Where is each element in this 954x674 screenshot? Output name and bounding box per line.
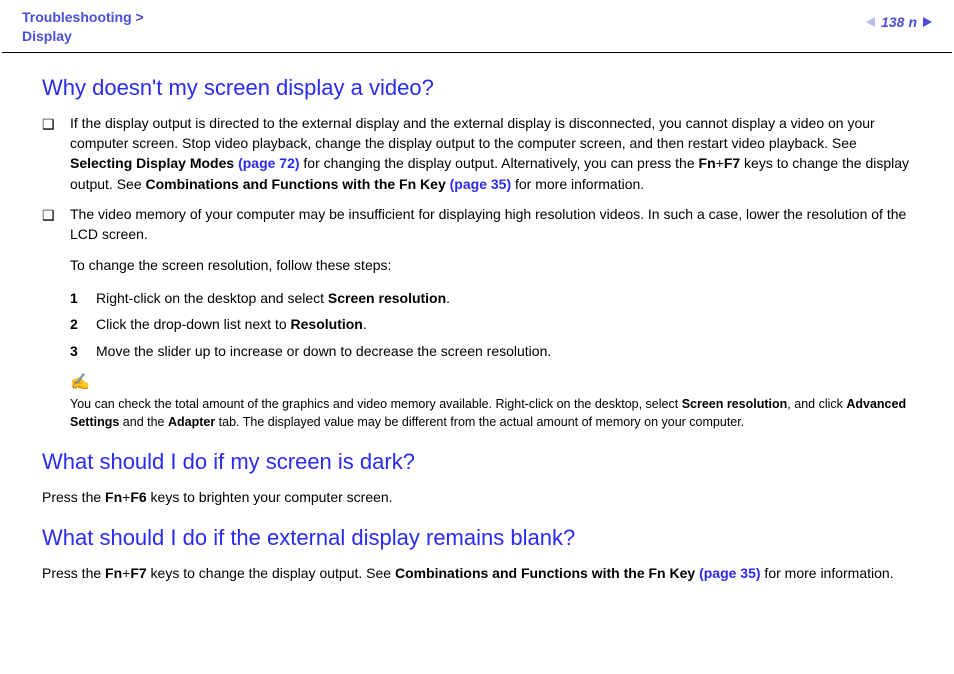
text: keys to change the display output. See bbox=[147, 565, 395, 581]
page-number: 138 bbox=[881, 14, 904, 30]
bold-text: Selecting Display Modes bbox=[70, 155, 238, 171]
page-link-72[interactable]: (page 72) bbox=[238, 155, 299, 171]
text: . bbox=[446, 290, 450, 306]
text: for changing the display output. Alterna… bbox=[300, 155, 699, 171]
note-icon-row: ✍ bbox=[70, 375, 922, 391]
sub-text: To change the screen resolution, follow … bbox=[70, 255, 922, 275]
bold-text: Combinations and Functions with the Fn K… bbox=[395, 565, 699, 581]
text: . bbox=[363, 316, 367, 332]
list-item: 1 Right-click on the desktop and select … bbox=[70, 285, 922, 312]
text: for more information. bbox=[511, 176, 644, 192]
text: If the display output is directed to the… bbox=[70, 115, 875, 151]
page-nav: 138 n bbox=[866, 8, 932, 30]
text: Press the bbox=[42, 489, 105, 505]
key-fn: Fn bbox=[699, 155, 716, 171]
breadcrumb-page: Display bbox=[22, 28, 72, 44]
key-fn: Fn bbox=[105, 565, 122, 581]
prev-page-arrow-icon[interactable] bbox=[866, 17, 875, 27]
step-text: Click the drop-down list next to Resolut… bbox=[96, 311, 922, 338]
breadcrumb[interactable]: Troubleshooting > Display bbox=[22, 8, 144, 46]
note-icon: ✍ bbox=[70, 375, 90, 391]
list-item: 2 Click the drop-down list next to Resol… bbox=[70, 311, 922, 338]
text: Press the bbox=[42, 565, 105, 581]
key-f6: F6 bbox=[130, 489, 146, 505]
list-item: 3 Move the slider up to increase or down… bbox=[70, 338, 922, 365]
step-text: Right-click on the desktop and select Sc… bbox=[96, 285, 922, 312]
bullet-text: If the display output is directed to the… bbox=[70, 113, 922, 194]
paragraph: Press the Fn+F6 keys to brighten your co… bbox=[42, 487, 922, 507]
page-link-35[interactable]: (page 35) bbox=[699, 565, 760, 581]
list-item: ❑ The video memory of your computer may … bbox=[42, 204, 922, 245]
page-letter: n bbox=[908, 14, 917, 30]
document-page: Troubleshooting > Display 138 n Why does… bbox=[0, 0, 954, 674]
bold-text: Screen resolution bbox=[328, 290, 446, 306]
key-fn: Fn bbox=[105, 489, 122, 505]
step-number: 1 bbox=[70, 285, 96, 312]
next-page-arrow-icon[interactable] bbox=[923, 17, 932, 27]
key-f7: F7 bbox=[130, 565, 146, 581]
heading-video: Why doesn't my screen display a video? bbox=[42, 75, 922, 101]
bold-text: Adapter bbox=[168, 415, 215, 429]
paragraph: Press the Fn+F7 keys to change the displ… bbox=[42, 563, 922, 583]
heading-external: What should I do if the external display… bbox=[42, 525, 922, 551]
text: for more information. bbox=[761, 565, 894, 581]
bold-text: Resolution bbox=[291, 316, 363, 332]
bold-text: Combinations and Functions with the Fn K… bbox=[146, 176, 450, 192]
numbered-list: 1 Right-click on the desktop and select … bbox=[70, 285, 922, 365]
text: keys to brighten your computer screen. bbox=[147, 489, 393, 505]
text: Click the drop-down list next to bbox=[96, 316, 291, 332]
bullet-text: The video memory of your computer may be… bbox=[70, 204, 922, 245]
list-item: ❑ If the display output is directed to t… bbox=[42, 113, 922, 194]
bold-text: Screen resolution bbox=[682, 397, 788, 411]
text: You can check the total amount of the gr… bbox=[70, 397, 682, 411]
text: + bbox=[716, 155, 724, 171]
step-number: 2 bbox=[70, 311, 96, 338]
text: tab. The displayed value may be differen… bbox=[215, 415, 744, 429]
key-f7: F7 bbox=[724, 155, 740, 171]
breadcrumb-section: Troubleshooting > bbox=[22, 9, 144, 25]
page-link-35[interactable]: (page 35) bbox=[450, 176, 511, 192]
heading-dark: What should I do if my screen is dark? bbox=[42, 449, 922, 475]
text: and the bbox=[119, 415, 168, 429]
bullet-icon: ❑ bbox=[42, 204, 70, 225]
page-header: Troubleshooting > Display 138 n bbox=[0, 0, 954, 52]
step-text: Move the slider up to increase or down t… bbox=[96, 338, 922, 365]
note-text: You can check the total amount of the gr… bbox=[70, 395, 922, 431]
text: Right-click on the desktop and select bbox=[96, 290, 328, 306]
step-number: 3 bbox=[70, 338, 96, 365]
page-content: Why doesn't my screen display a video? ❑… bbox=[0, 53, 954, 584]
text: , and click bbox=[787, 397, 846, 411]
bullet-icon: ❑ bbox=[42, 113, 70, 134]
